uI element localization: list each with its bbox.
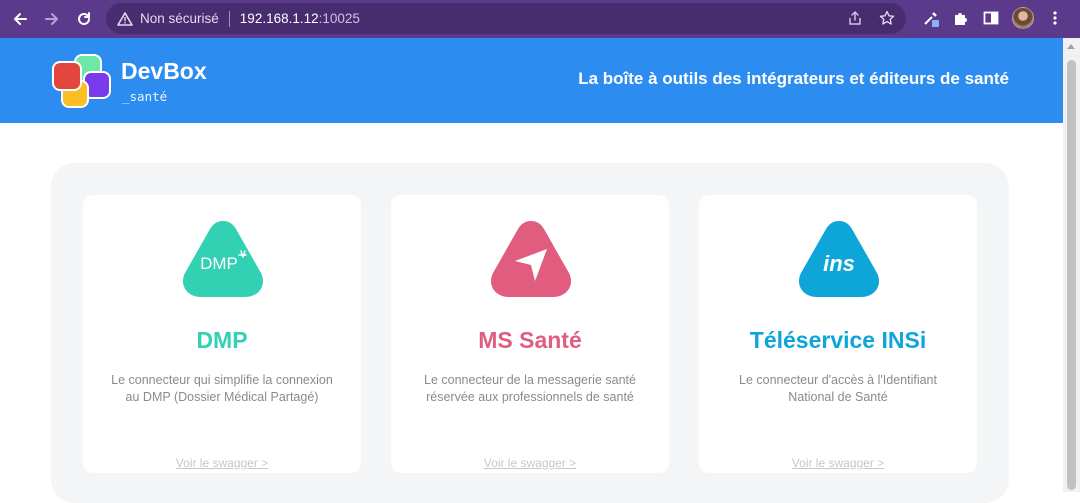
badge-text: ins — [823, 251, 855, 276]
card-title: DMP — [196, 327, 248, 353]
card-title: Téléservice INSi — [749, 327, 927, 353]
scroll-thumb[interactable] — [1067, 60, 1076, 490]
card-description: Le connecteur de la messagerie santé rés… — [424, 373, 636, 404]
arrow-right-icon — [45, 13, 58, 25]
service-card-ms-sante[interactable]: MS Santé Le connecteur de la messagerie … — [391, 195, 669, 473]
warning-icon — [116, 10, 134, 28]
header-tagline: La boîte à outils des intégrateurs et éd… — [578, 69, 1009, 88]
ins-logo-icon: ins — [798, 221, 880, 297]
swagger-link[interactable]: Voir le swagger > — [699, 456, 977, 470]
brand-name: DevBox — [121, 58, 207, 84]
site-header: DevBox _santé La boîte à outils des inté… — [0, 38, 1063, 123]
profile-avatar[interactable] — [1012, 7, 1034, 29]
dmp-logo-icon: DMP — [182, 221, 264, 297]
scroll-up-arrow-icon[interactable] — [1067, 44, 1075, 49]
card-description: Le connecteur qui simplifie la connexion… — [111, 373, 333, 404]
devbox-logo[interactable] — [52, 54, 112, 110]
reload-button[interactable] — [70, 5, 98, 33]
security-label[interactable]: Non sécurisé — [140, 11, 219, 26]
divider — [228, 10, 230, 27]
browser-toolbar: Non sécurisé 192.168.1.12:10025 — [0, 0, 1080, 38]
address-bar[interactable]: Non sécurisé 192.168.1.12:10025 — [106, 3, 906, 34]
side-panel-icon[interactable] — [982, 9, 1000, 27]
service-card-insi[interactable]: ins Téléservice INSi Le connecteur d'acc… — [699, 195, 977, 473]
share-icon[interactable] — [846, 9, 864, 27]
url-port: :10025 — [318, 11, 360, 26]
card-title: MS Santé — [478, 327, 582, 353]
swagger-link[interactable]: Voir le swagger > — [391, 456, 669, 470]
eyedropper-extension-icon[interactable] — [922, 9, 940, 27]
url-host: 192.168.1.12 — [239, 11, 319, 26]
card-description: Le connecteur d'accès à l'Identifiant Na… — [739, 373, 937, 404]
page-scrollbar[interactable] — [1063, 38, 1080, 492]
badge-text: DMP — [200, 254, 238, 273]
mssante-logo-icon — [490, 221, 572, 297]
reload-icon — [78, 12, 90, 25]
service-card-dmp[interactable]: DMP DMP Le connecteur qui simplifie la c… — [83, 195, 361, 473]
forward-button[interactable] — [38, 5, 66, 33]
extensions-puzzle-icon[interactable] — [952, 9, 970, 27]
swagger-link[interactable]: Voir le swagger > — [83, 456, 361, 470]
bookmark-star-icon[interactable] — [878, 9, 896, 27]
more-menu-icon[interactable] — [1046, 9, 1064, 27]
brand-subtitle: _santé — [122, 89, 168, 104]
back-button[interactable] — [6, 5, 34, 33]
arrow-left-icon — [14, 13, 27, 25]
